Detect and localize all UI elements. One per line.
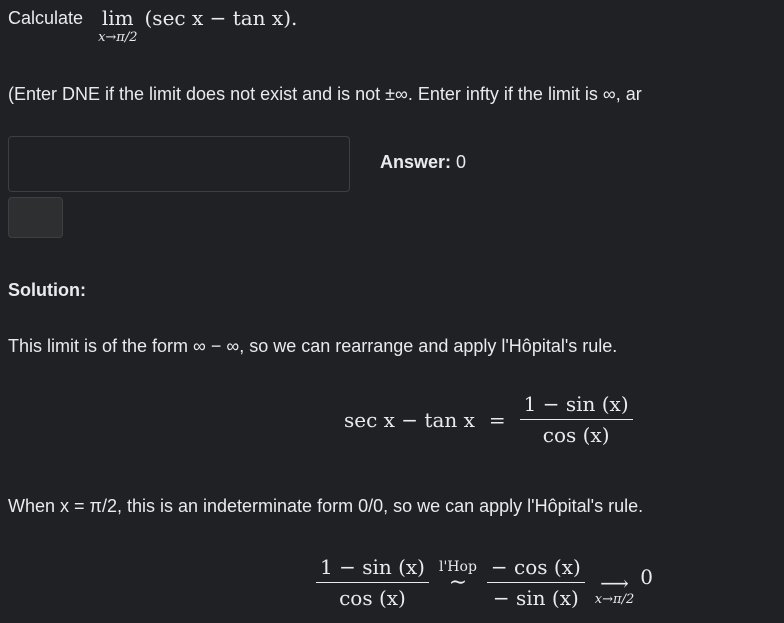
answer-value: 0 (456, 152, 467, 172)
lim-operator: lim x→π/2 (98, 6, 137, 45)
answer-display: Answer: 0 (380, 152, 466, 173)
solution-heading-text: Solution: (8, 280, 86, 300)
eq1-fraction: 1 − sin (x) cos (x) (519, 392, 633, 447)
submit-button[interactable] (8, 197, 63, 238)
eq2-limit-arrow: ⟶ x→π/2 (594, 571, 635, 607)
eq1-denominator: cos (x) (542, 423, 610, 447)
equation-2: 1 − sin (x) cos (x) l'Hop ∼ − cos (x) − … (316, 555, 653, 610)
eq2-denominator-1: cos (x) (339, 586, 406, 610)
eq2-numerator-1: 1 − sin (x) (316, 555, 429, 583)
solution-paragraph-2: When x = π/2, this is an indeterminate f… (8, 496, 644, 516)
solution-paragraph-1: This limit is of the form ∞ − ∞, so we c… (8, 336, 618, 356)
eq1-numerator: 1 − sin (x) (519, 392, 633, 420)
question-prefix: Calculate (8, 8, 84, 28)
eq2-fraction-1: 1 − sin (x) cos (x) (316, 555, 429, 610)
lim-text: lim (101, 6, 134, 30)
question: Calculate lim x→π/2 (sec x − tan x). (8, 6, 297, 45)
eq2-sim: ∼ (448, 569, 468, 595)
instructions: (Enter DNE if the limit does not exist a… (8, 84, 642, 104)
eq2-arrow-subscript: x→π/2 (594, 592, 635, 607)
eq2-hopital-sim: l'Hop ∼ (439, 559, 477, 595)
eq2-arrow: ⟶ (600, 571, 629, 595)
solution-heading: Solution: (8, 280, 86, 301)
eq2-numerator-2: − cos (x) (486, 555, 585, 583)
limit-expression: (sec x − tan x). (144, 6, 298, 30)
eq1-lhs: sec x − tan x (344, 407, 475, 432)
lim-subscript: x→π/2 (98, 30, 138, 45)
answer-input[interactable] (8, 136, 350, 192)
eq1-equals: = (488, 407, 506, 432)
equation-1: sec x − tan x = 1 − sin (x) cos (x) (344, 392, 633, 447)
answer-label: Answer: (380, 152, 452, 172)
eq2-denominator-2: − sin (x) (492, 586, 579, 610)
eq2-fraction-2: − cos (x) − sin (x) (486, 555, 585, 610)
eq2-result: 0 (640, 564, 653, 589)
